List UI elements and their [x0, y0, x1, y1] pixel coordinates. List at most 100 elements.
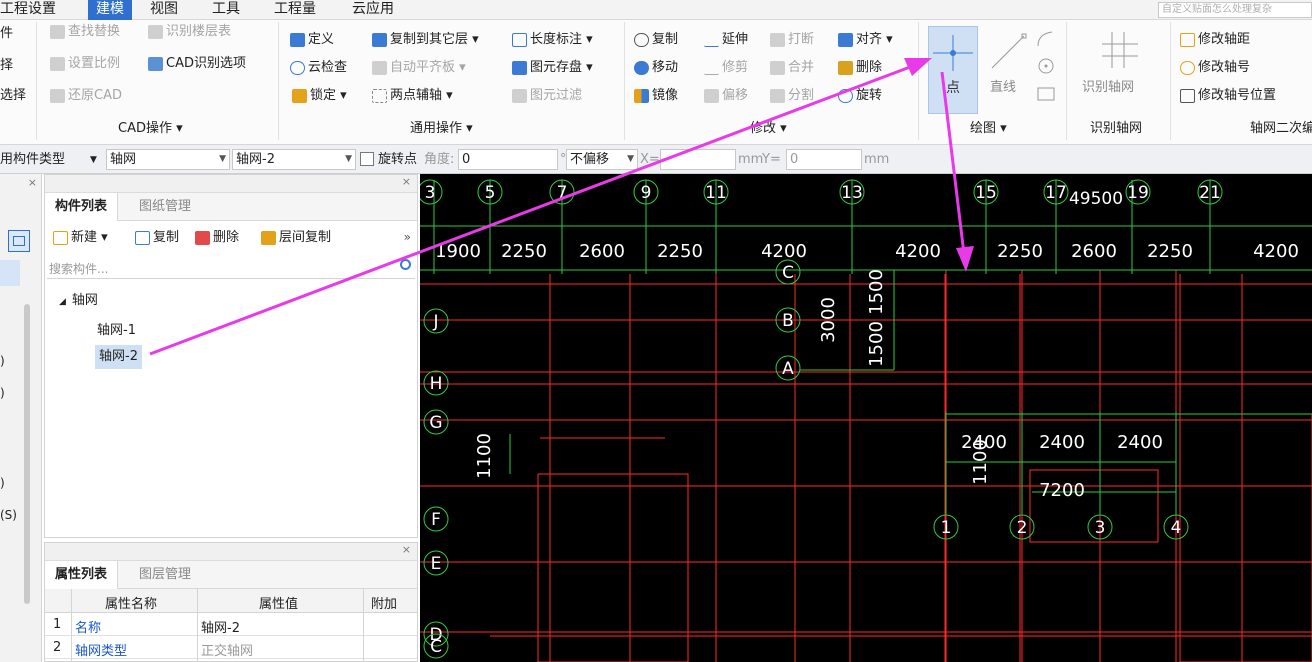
recognize-axis-button[interactable]: 识别轴网 — [1074, 26, 1168, 114]
tree-root-axis-grid[interactable]: ◢ 轴网 — [59, 289, 98, 308]
axis-number-5: 5 — [485, 183, 496, 203]
search-icon[interactable] — [400, 259, 411, 270]
drawing-canvas[interactable]: 3 5 7 9 11 13 15 17 19 21 49500 1900 2250 2600 2250 420… — [420, 174, 1312, 662]
find-replace-button[interactable]: 查找替换 — [50, 22, 120, 42]
panel-toggle-button[interactable] — [8, 230, 30, 252]
component-select[interactable]: 轴网-2 ▼ — [232, 149, 356, 170]
modify-number-position-button[interactable]: 修改轴号位置 — [1180, 86, 1276, 106]
group-label-axis-edit[interactable]: 轴网二次编 — [1250, 120, 1312, 138]
ribbon-cut-item-2[interactable]: 择 — [0, 56, 13, 76]
rotate-button[interactable]: 旋转 — [838, 86, 882, 106]
tree-item-axis-1[interactable]: 轴网-1 — [97, 319, 136, 338]
define-button[interactable]: 定义 — [290, 30, 334, 50]
expand-arrow-icon[interactable]: ◢ — [59, 297, 66, 307]
element-property-bar: 用构件类型 ▼ 轴网 ▼ 轴网-2 ▼ 旋转点 角度: 0 ° 不偏移 ▼ X= mm… — [0, 145, 1312, 174]
tree-item-axis-2[interactable]: 轴网-2 — [95, 345, 142, 369]
copy-button[interactable]: 复制 — [634, 30, 678, 50]
cad-drawing[interactable]: 3 5 7 9 11 13 15 17 19 21495001900 2250 2600 2250 420… — [420, 174, 1312, 662]
group-label-cad[interactable]: CAD操作 ▾ — [118, 120, 183, 138]
cad-recognize-options-button[interactable]: CAD识别选项 — [148, 54, 246, 74]
draw-shape-icons[interactable] — [1034, 28, 1058, 110]
two-point-axis-button[interactable]: 两点辅轴 ▾ — [372, 86, 453, 106]
nav-item-cut[interactable]: (S) — [0, 508, 17, 522]
delete-component-button[interactable]: 删除 — [195, 228, 239, 248]
menu-quantity[interactable]: 工程量 — [274, 0, 330, 20]
grid-icon — [1102, 32, 1138, 68]
more-button[interactable]: » — [404, 230, 411, 244]
auto-flat-slab-button[interactable]: 自动平齐板 ▾ — [372, 58, 466, 78]
new-grid-dimension-text: 2400 — [1117, 432, 1163, 453]
axis-letter-F: F — [431, 510, 441, 530]
nav-selected-item[interactable] — [0, 260, 20, 286]
nav-item-cut[interactable]: ) — [0, 354, 5, 368]
close-icon[interactable]: × — [402, 175, 411, 188]
axis-number-11: 11 — [705, 183, 727, 203]
merge-button[interactable]: 合并 — [770, 58, 814, 78]
y-input[interactable]: 0 — [786, 149, 862, 170]
restore-cad-button[interactable]: 还原CAD — [50, 86, 122, 106]
vertical-dimension-text: 1100 — [474, 433, 495, 479]
table-row[interactable]: 2 轴网类型 正交轴网 — [45, 637, 417, 659]
cloud-icon — [290, 61, 305, 75]
element-save-button[interactable]: 图元存盘 ▾ — [512, 58, 593, 78]
rotate-point-checkbox[interactable] — [360, 152, 374, 166]
floor-copy-button[interactable]: 层间复制 — [261, 228, 331, 248]
nav-item-cut[interactable]: ) — [0, 476, 5, 490]
table-row[interactable]: 1 名称 轴网-2 — [45, 614, 417, 636]
element-filter-button[interactable]: 图元过滤 — [512, 86, 582, 106]
angle-input[interactable]: 0 — [458, 149, 558, 170]
menu-project-settings[interactable]: 工程设置 — [0, 0, 58, 20]
mirror-button[interactable]: 镜像 — [634, 86, 678, 106]
component-type-select[interactable]: 轴网 ▼ — [106, 149, 230, 170]
menu-tools[interactable]: 工具 — [212, 0, 252, 20]
chevron-down-icon[interactable]: ▼ — [90, 155, 97, 165]
group-label-general[interactable]: 通用操作 ▾ — [410, 120, 473, 138]
edit-number-icon — [1180, 61, 1195, 75]
menu-view[interactable]: 视图 — [150, 0, 190, 20]
extend-button[interactable]: 延伸 — [704, 30, 748, 50]
copy-component-button[interactable]: 复制 — [135, 228, 179, 248]
recognize-floor-table-button[interactable]: 识别楼层表 — [148, 22, 231, 42]
cloud-check-button[interactable]: 云检查 — [290, 58, 347, 78]
menu-modeling[interactable]: 建模 — [88, 0, 132, 20]
ribbon-cut-item-1[interactable]: 件 — [0, 24, 13, 44]
split-button[interactable]: 分割 — [770, 86, 814, 106]
new-component-button[interactable]: 新建 ▾ — [53, 228, 108, 248]
slab-icon — [372, 61, 387, 75]
break-button[interactable]: 打断 — [770, 30, 814, 50]
length-mark-button[interactable]: 长度标注 ▾ — [512, 30, 593, 50]
nav-item-cut[interactable]: ) — [0, 386, 5, 400]
draw-line-button[interactable]: 直线 — [984, 26, 1030, 114]
group-label-draw[interactable]: 绘图 ▾ — [970, 120, 1007, 138]
point-icon — [933, 35, 973, 71]
move-button[interactable]: 移动 — [634, 58, 678, 78]
ribbon-cut-item-3[interactable]: 选择 — [0, 86, 26, 106]
close-icon[interactable]: × — [28, 176, 37, 189]
modify-number-button[interactable]: 修改轴号 — [1180, 58, 1250, 78]
close-icon[interactable]: × — [402, 543, 411, 556]
copy-to-other-floor-button[interactable]: 复制到其它层 ▾ — [372, 30, 479, 50]
help-search-input[interactable]: 自定义贴面怎么处理复杂 — [1158, 2, 1312, 18]
set-scale-button[interactable]: 设置比例 — [50, 54, 120, 74]
restore-icon — [50, 89, 65, 103]
tab-property-list[interactable]: 属性列表 — [45, 561, 119, 589]
lock-button[interactable]: 锁定 ▾ — [292, 86, 347, 106]
tab-component-list[interactable]: 构件列表 — [45, 193, 119, 221]
group-label-modify[interactable]: 修改 ▾ — [750, 120, 787, 138]
scrollbar[interactable] — [24, 304, 30, 604]
offset-button[interactable]: 偏移 — [704, 86, 748, 106]
x-input[interactable] — [660, 149, 736, 170]
component-search-input[interactable]: 搜索构件... — [47, 257, 415, 279]
tab-layer-management[interactable]: 图层管理 — [129, 561, 201, 589]
property-value[interactable]: 轴网-2 — [201, 617, 240, 636]
modify-spacing-button[interactable]: 修改轴距 — [1180, 30, 1250, 50]
trim-button[interactable]: 修剪 — [704, 58, 748, 78]
menu-cloud-apps[interactable]: 云应用 — [352, 0, 408, 20]
ribbon: 件 择 选择 查找替换 识别楼层表 设置比例 CAD识别选项 还原CAD CAD… — [0, 20, 1312, 145]
tab-drawing-management[interactable]: 图纸管理 — [129, 193, 201, 221]
copy-icon — [634, 33, 649, 47]
align-button[interactable]: 对齐 ▾ — [838, 30, 893, 50]
delete-button[interactable]: 删除 — [838, 58, 882, 78]
offset-select[interactable]: 不偏移 ▼ — [566, 149, 638, 170]
draw-point-button[interactable]: 点 — [928, 26, 978, 114]
